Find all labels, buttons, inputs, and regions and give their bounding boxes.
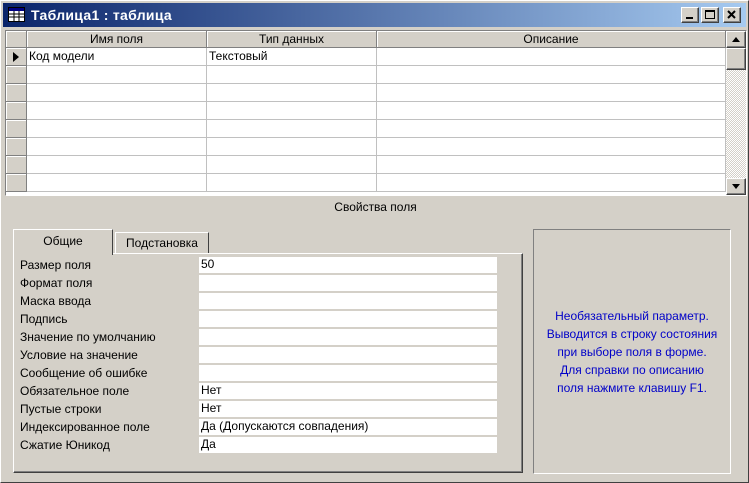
row-selector[interactable]	[6, 102, 27, 120]
field-name-cell[interactable]	[27, 138, 207, 156]
data-type-cell[interactable]	[207, 102, 377, 120]
property-value-format[interactable]	[199, 275, 497, 291]
description-cell[interactable]	[377, 102, 726, 120]
property-value-unicode-compression[interactable]: Да	[199, 437, 497, 453]
column-header-description[interactable]: Описание	[377, 31, 726, 48]
description-cell[interactable]	[377, 48, 726, 66]
row-selector[interactable]	[6, 174, 27, 192]
row-selector[interactable]	[6, 120, 27, 138]
property-value-field-size[interactable]: 50	[199, 257, 497, 273]
field-name-cell[interactable]	[27, 156, 207, 174]
property-value-validation-rule[interactable]	[199, 347, 497, 363]
table-icon[interactable]	[8, 7, 25, 22]
close-button[interactable]	[723, 7, 741, 23]
row-selector[interactable]	[6, 138, 27, 156]
description-cell[interactable]	[377, 84, 726, 102]
data-type-cell[interactable]	[207, 138, 377, 156]
property-label-unicode-compression: Сжатие Юникод	[20, 438, 110, 452]
property-value-input-mask[interactable]	[199, 293, 497, 309]
description-cell[interactable]	[377, 66, 726, 84]
help-line: при выборе поля в форме.	[557, 344, 707, 359]
column-header-data-type[interactable]: Тип данных	[207, 31, 377, 48]
column-header-field-name[interactable]: Имя поля	[27, 31, 207, 48]
maximize-icon	[705, 10, 715, 19]
field-name-cell[interactable]	[27, 102, 207, 120]
row-selector[interactable]	[6, 156, 27, 174]
row-selector[interactable]	[6, 66, 27, 84]
data-type-cell[interactable]	[207, 156, 377, 174]
field-name-cell[interactable]	[27, 174, 207, 192]
property-label-allow-zero-length: Пустые строки	[20, 402, 102, 416]
table-design-window: Таблица1 : таблица Имя поля Тип данных О…	[0, 0, 749, 483]
arrow-up-icon	[732, 37, 740, 42]
property-label-format: Формат поля	[20, 276, 93, 290]
scroll-down-button[interactable]	[726, 178, 746, 195]
data-type-cell[interactable]: Текстовый	[207, 48, 377, 66]
field-properties-title: Свойства поля	[334, 200, 417, 214]
row-selector[interactable]	[6, 48, 27, 66]
property-label-validation-text: Сообщение об ошибке	[20, 366, 148, 380]
property-value-caption[interactable]	[199, 311, 497, 327]
property-label-indexed: Индексированное поле	[20, 420, 150, 434]
field-name-cell[interactable]	[27, 120, 207, 138]
scroll-up-button[interactable]	[726, 31, 746, 48]
data-type-cell[interactable]	[207, 84, 377, 102]
help-line: Необязательный параметр.	[555, 308, 709, 323]
property-value-default-value[interactable]	[199, 329, 497, 345]
scroll-thumb[interactable]	[726, 48, 746, 70]
grid-corner-header[interactable]	[6, 31, 27, 48]
property-label-input-mask: Маска ввода	[20, 294, 92, 308]
field-name-cell[interactable]: Код модели	[27, 48, 207, 66]
current-row-arrow-icon	[13, 52, 19, 62]
description-cell[interactable]	[377, 156, 726, 174]
description-cell[interactable]	[377, 174, 726, 192]
data-type-cell[interactable]	[207, 66, 377, 84]
help-line: поля нажмите клавишу F1.	[557, 380, 707, 395]
property-label-field-size: Размер поля	[20, 258, 91, 272]
properties-tabs: Общие Подстановка Размер поля 50 Формат …	[11, 229, 526, 475]
tab-general[interactable]: Общие	[13, 229, 113, 255]
description-cell[interactable]	[377, 138, 726, 156]
property-label-default-value: Значение по умолчанию	[20, 330, 156, 344]
field-grid: Имя поля Тип данных Описание Код модели …	[5, 30, 747, 196]
property-label-required: Обязательное поле	[20, 384, 130, 398]
property-value-required[interactable]: Нет	[199, 383, 497, 399]
property-value-validation-text[interactable]	[199, 365, 497, 381]
close-icon	[727, 10, 736, 19]
help-line: Для справки по описанию	[560, 362, 704, 377]
vertical-scrollbar[interactable]	[726, 31, 746, 195]
field-name-cell[interactable]	[27, 84, 207, 102]
property-label-validation-rule: Условие на значение	[20, 348, 138, 362]
help-line: Выводится в строку состояния	[546, 326, 718, 341]
maximize-button[interactable]	[701, 7, 719, 23]
help-text-box: Необязательный параметр. Выводится в стр…	[533, 229, 731, 474]
property-value-indexed[interactable]: Да (Допускаются совпадения)	[199, 419, 497, 435]
window-title: Таблица1 : таблица	[31, 7, 172, 23]
description-cell[interactable]	[377, 120, 726, 138]
row-selector[interactable]	[6, 84, 27, 102]
title-bar[interactable]: Таблица1 : таблица	[3, 3, 746, 27]
tab-lookup[interactable]: Подстановка	[115, 232, 209, 253]
data-type-cell[interactable]	[207, 174, 377, 192]
general-tab-panel: Размер поля 50 Формат поля Маска ввода П…	[13, 253, 523, 473]
property-value-allow-zero-length[interactable]: Нет	[199, 401, 497, 417]
minimize-button[interactable]	[681, 7, 699, 23]
data-type-cell[interactable]	[207, 120, 377, 138]
arrow-down-icon	[732, 184, 740, 189]
property-label-caption: Подпись	[20, 312, 68, 326]
minimize-icon	[686, 17, 693, 19]
field-name-cell[interactable]	[27, 66, 207, 84]
